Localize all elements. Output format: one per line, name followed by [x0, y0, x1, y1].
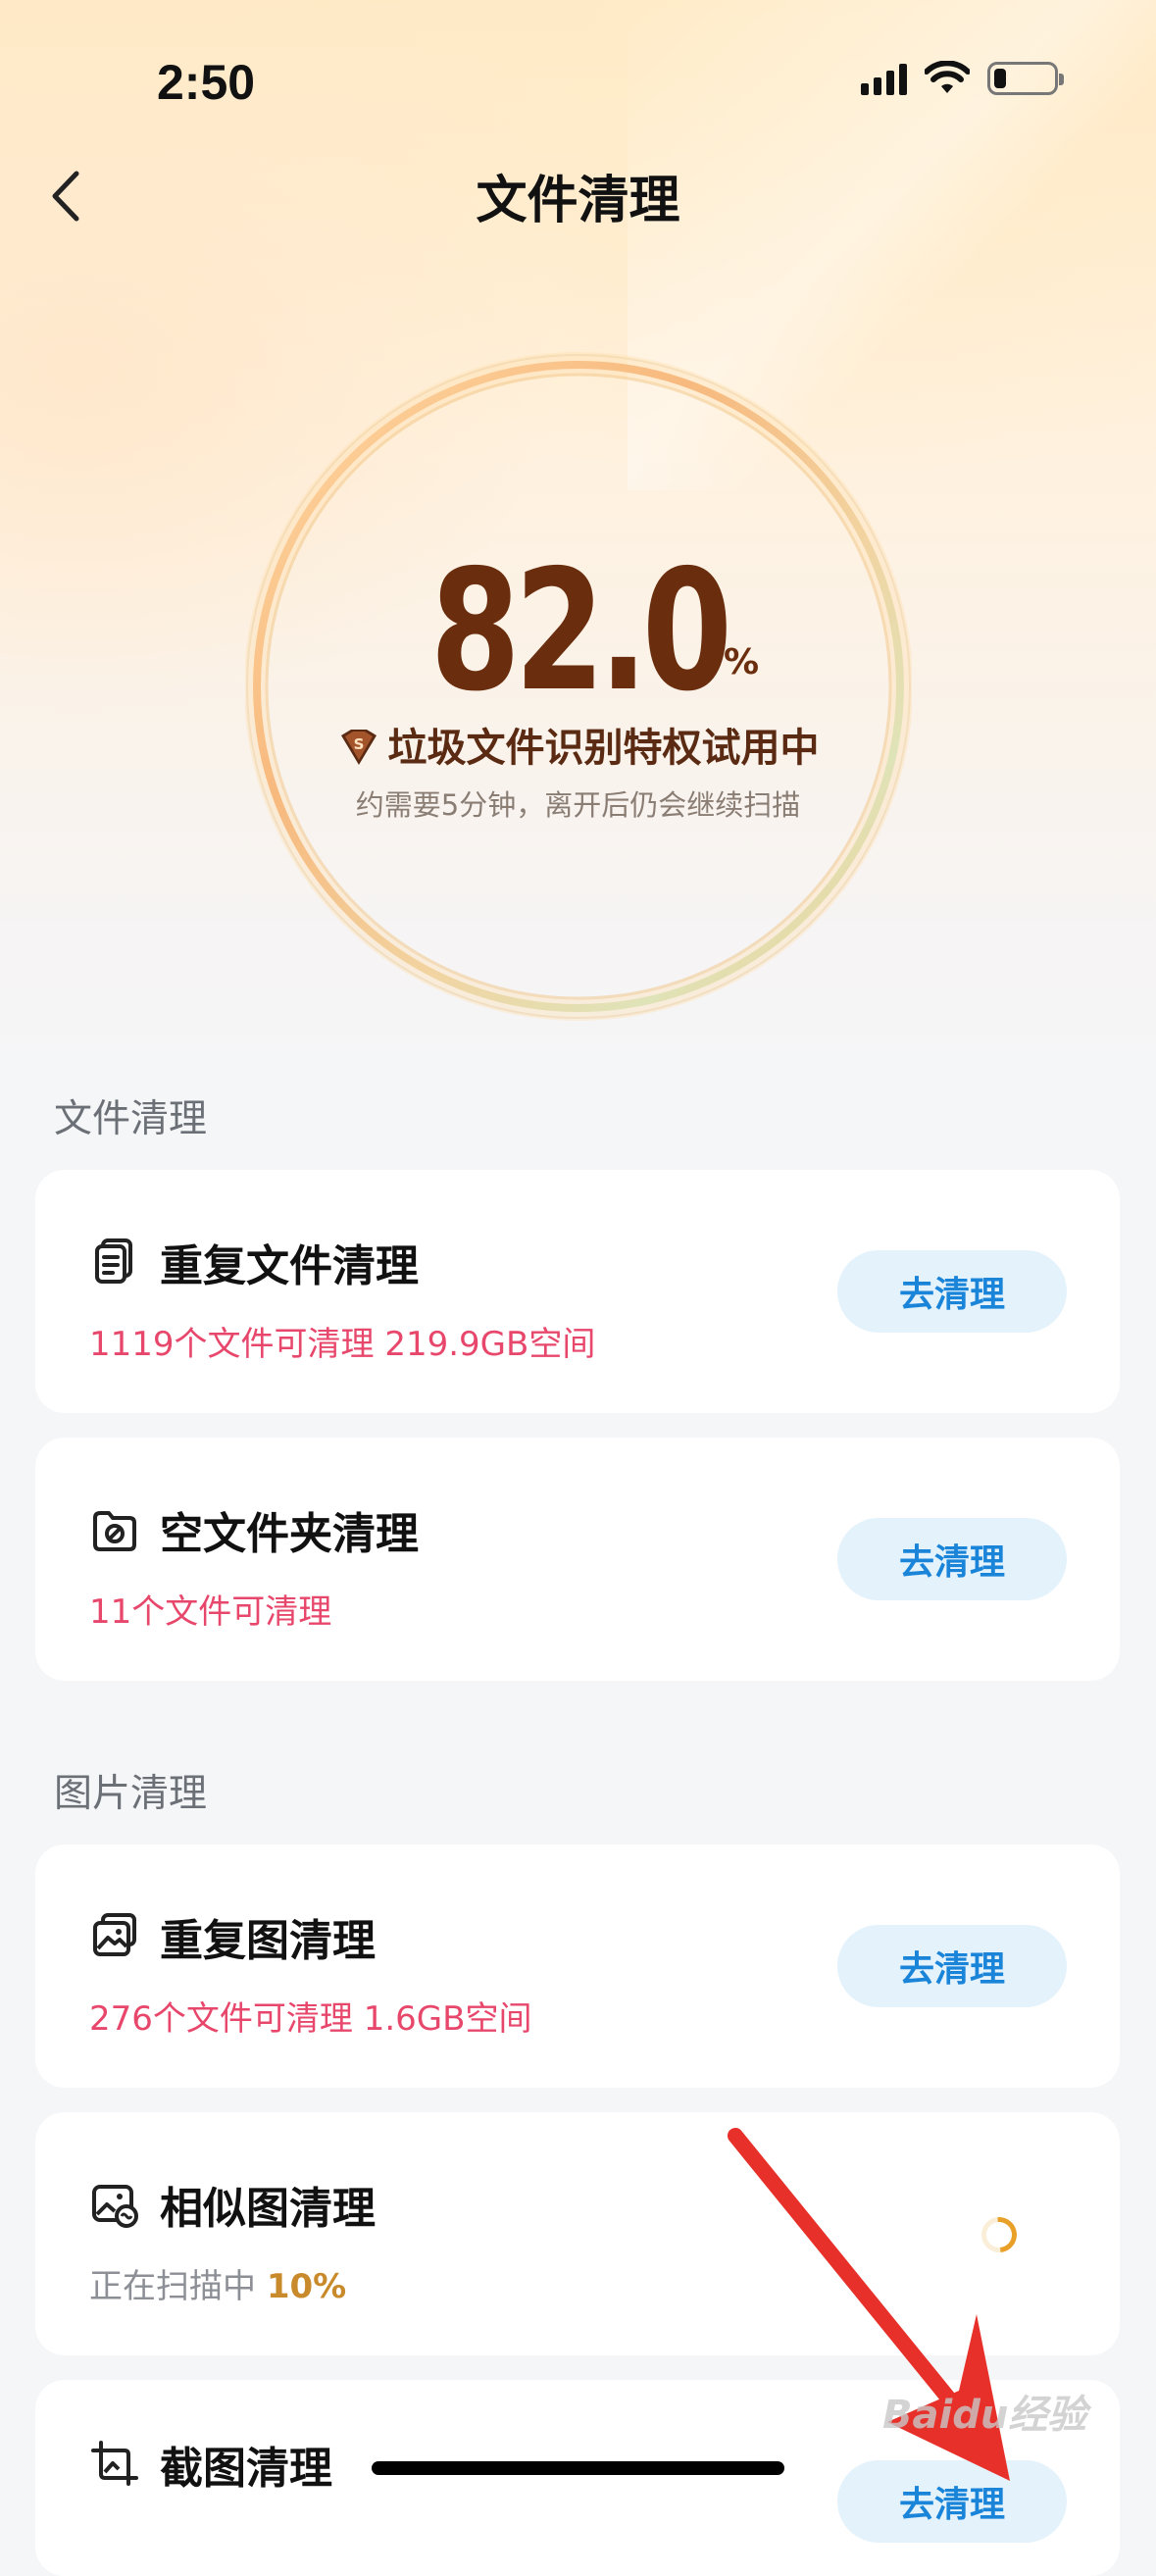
super-badge-icon: S — [337, 728, 380, 777]
card-title: 截图清理 — [160, 2444, 332, 2494]
clean-button-duplicate-files[interactable]: 去清理 — [837, 1250, 1067, 1333]
images-icon — [93, 1913, 136, 1956]
loading-spinner-icon — [974, 2209, 1025, 2260]
similar-image-icon — [92, 2185, 138, 2228]
svg-text:S: S — [353, 735, 364, 753]
scan-hint: 约需要5分钟，离开后仍会继续扫描 — [355, 788, 801, 822]
card-duplicate-images: 重复图清理 276个文件可清理 1.6GB空间 去清理 — [35, 1844, 1120, 2088]
card-empty-folders: 空文件夹清理 11个文件可清理 去清理 — [35, 1438, 1120, 1681]
status-bar: 2:50 — [0, 0, 1156, 157]
card-desc: 1119个文件可清理 219.9GB空间 — [89, 1325, 596, 1364]
cellular-signal-icon — [861, 62, 907, 95]
scan-percent: 10% — [266, 2267, 347, 2306]
card-desc: 276个文件可清理 1.6GB空间 — [89, 1999, 532, 2039]
privilege-banner: S 垃圾文件识别特权试用中 — [0, 716, 1156, 777]
scan-score: 82.0 % — [0, 534, 1156, 729]
card-desc-scanning: 正在扫描中 10% — [89, 2267, 347, 2306]
card-duplicate-files: 重复文件清理 1119个文件可清理 219.9GB空间 去清理 — [35, 1170, 1120, 1413]
clean-button-empty-folders[interactable]: 去清理 — [837, 1518, 1067, 1600]
card-similar-images: 相似图清理 正在扫描中 10% — [35, 2112, 1120, 2355]
clean-button-duplicate-images[interactable]: 去清理 — [837, 1925, 1067, 2007]
empty-folder-icon — [93, 1511, 136, 1551]
section-title-images: 图片清理 — [54, 1772, 208, 1816]
status-icons — [861, 61, 1064, 96]
screenshot-icon — [91, 2441, 138, 2486]
battery-icon — [987, 62, 1064, 95]
card-title: 重复图清理 — [160, 1916, 376, 1966]
card-title: 重复文件清理 — [160, 1241, 419, 1291]
clean-button-screenshots[interactable]: 去清理 — [837, 2460, 1067, 2543]
card-title: 空文件夹清理 — [160, 1509, 419, 1559]
privilege-text: 垃圾文件识别特权试用中 — [387, 726, 820, 771]
scan-percent-value: 82.0 — [429, 534, 731, 729]
status-time: 2:50 — [157, 55, 256, 110]
scan-percent-unit: % — [724, 642, 760, 682]
card-title: 相似图清理 — [160, 2184, 376, 2234]
page-title: 文件清理 — [476, 172, 680, 230]
wifi-icon — [925, 61, 970, 93]
card-desc: 11个文件可清理 — [89, 1592, 332, 1632]
documents-icon — [95, 1238, 132, 1284]
section-title-files: 文件清理 — [54, 1097, 208, 1141]
home-indicator[interactable] — [372, 2461, 784, 2475]
watermark: Baidu经验 — [882, 2393, 1087, 2438]
